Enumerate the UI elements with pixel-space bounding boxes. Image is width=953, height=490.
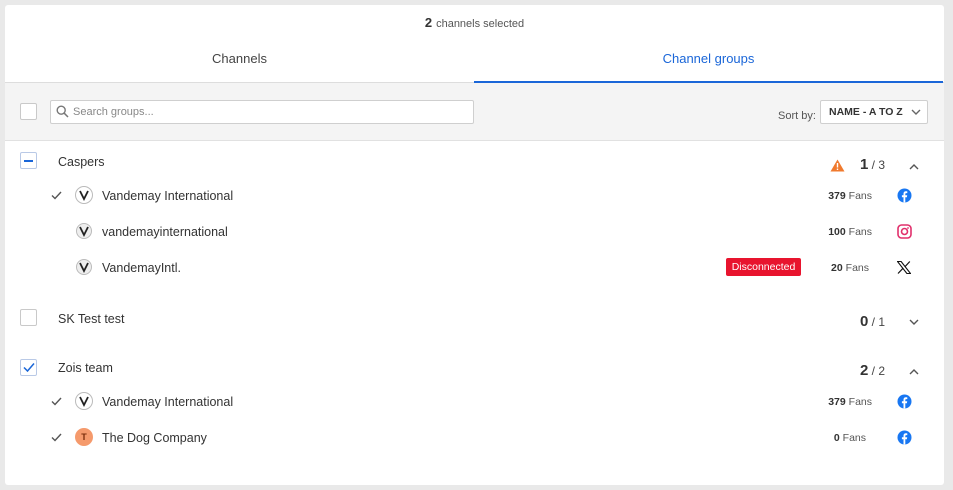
tab-channel-groups[interactable]: Channel groups <box>474 45 943 83</box>
facebook-icon <box>897 394 912 409</box>
search-box[interactable] <box>50 100 474 124</box>
channel-avatar <box>75 186 93 204</box>
checkmark-icon <box>51 433 62 442</box>
fans-count: 0 Fans <box>833 432 866 444</box>
warning-icon <box>830 159 845 172</box>
channel-name: VandemayIntl. <box>102 261 181 275</box>
group-checkbox[interactable] <box>20 152 37 169</box>
chevron-down-icon <box>911 109 921 115</box>
sort-value: NAME - A TO Z <box>829 106 903 118</box>
fans-count: 100 Fans <box>828 226 872 238</box>
channel-avatar <box>75 392 93 410</box>
checkmark-icon <box>51 397 62 406</box>
group-name: Caspers <box>58 155 105 169</box>
search-icon <box>56 105 69 118</box>
group-name: Zois team <box>58 361 113 375</box>
tab-channels[interactable]: Channels <box>5 45 474 83</box>
group-name: SK Test test <box>58 312 125 326</box>
instagram-icon <box>897 224 912 239</box>
channel-name: Vandemay International <box>102 189 234 203</box>
facebook-icon <box>897 188 912 203</box>
group-selection-count: 0 / 1 <box>860 313 886 330</box>
channel-name: Vandemay International <box>102 395 234 409</box>
group-selection-count: 1 / 3 <box>860 156 886 173</box>
chevron-down-icon[interactable] <box>909 319 919 326</box>
toolbar: Sort by: NAME - A TO Z <box>5 83 944 141</box>
x-icon <box>897 261 911 274</box>
channel-avatar: T <box>75 428 93 446</box>
chevron-up-icon[interactable] <box>909 368 919 375</box>
vandemay-logo-icon <box>79 226 89 237</box>
sort-label: Sort by: <box>778 110 816 122</box>
status-badge: Disconnected <box>726 258 801 276</box>
group-checkbox[interactable] <box>20 309 37 326</box>
channel-name: vandemayinternational <box>102 225 228 239</box>
facebook-icon <box>897 430 912 445</box>
vandemay-logo-icon <box>79 396 89 407</box>
checkmark-icon <box>51 191 62 200</box>
checkmark-icon <box>23 363 35 373</box>
vandemay-logo-icon <box>79 190 89 201</box>
vandemay-logo-icon <box>79 262 89 273</box>
chevron-up-icon[interactable] <box>909 163 919 170</box>
group-checkbox[interactable] <box>20 359 37 376</box>
selected-count: 2 channels selected <box>424 15 525 30</box>
fans-count: 379 Fans <box>828 396 872 408</box>
channel-name: The Dog Company <box>102 431 207 445</box>
channel-avatar <box>76 259 92 275</box>
search-input[interactable] <box>73 103 468 121</box>
group-selection-count: 2 / 2 <box>860 362 886 379</box>
select-all-checkbox[interactable] <box>20 103 37 120</box>
channel-selector-panel: 2 channels selected Channels Channel grou… <box>5 5 944 485</box>
sort-dropdown[interactable]: NAME - A TO Z <box>820 100 928 124</box>
channel-avatar <box>76 223 92 239</box>
fans-count: 20 Fans <box>831 262 869 274</box>
fans-count: 379 Fans <box>828 190 872 202</box>
tab-bar: Channels Channel groups <box>5 45 944 83</box>
